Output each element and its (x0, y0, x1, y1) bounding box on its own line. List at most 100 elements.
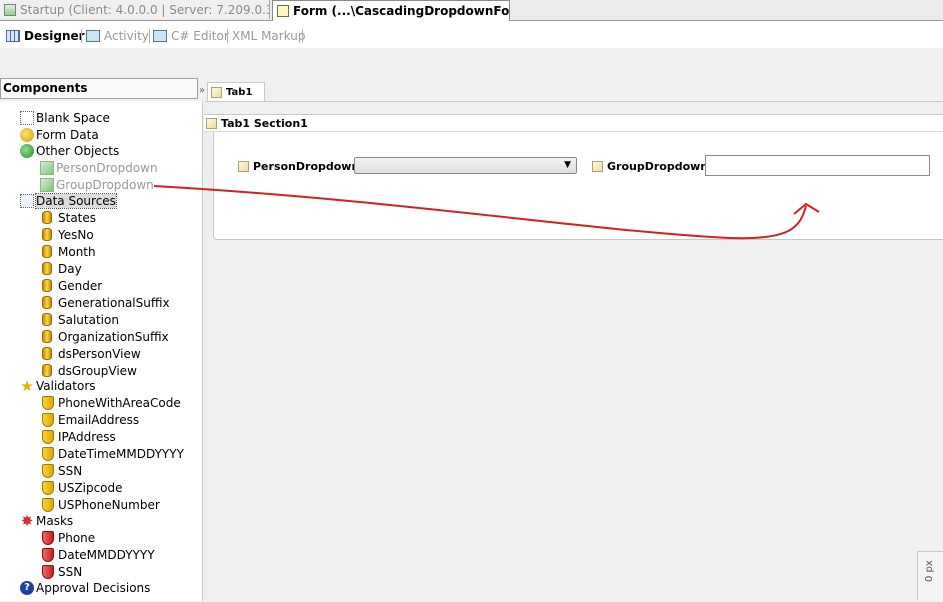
tree-item-label: Day (58, 261, 82, 276)
tree-item-yesno[interactable]: YesNo (40, 226, 94, 243)
tree-item-label: Salutation (58, 312, 119, 327)
tab-activity[interactable]: Activity (86, 27, 149, 45)
form-icon (277, 5, 289, 17)
masks-star-icon: ✸ (20, 511, 34, 530)
tab-xml-label: XML Markup (232, 29, 306, 43)
database-icon (42, 347, 52, 360)
tree-item-us-zipcode[interactable]: USZipcode (40, 479, 123, 496)
tree-item-label: PersonDropdown (56, 160, 158, 175)
tree-item-label: GenerationalSuffix (58, 295, 170, 310)
group-dropdown-input[interactable] (705, 155, 930, 176)
tree-item-label: PhoneWithAreaCode (58, 395, 181, 410)
tab-activity-label: Activity (104, 29, 149, 43)
validator-shield-icon (42, 463, 54, 478)
components-header: Components (0, 78, 198, 99)
tree-item-label: Other Objects (36, 143, 120, 158)
tab-csharp-editor[interactable]: C# Editor (153, 27, 229, 45)
tree-item-label: SSN (58, 564, 83, 579)
tab-csharp-label: C# Editor (171, 29, 229, 43)
edit-icon (206, 117, 217, 129)
tree-item-approval-decisions[interactable]: ? Approval Decisions (20, 579, 150, 596)
tree-item-generational-suffix[interactable]: GenerationalSuffix (40, 294, 170, 311)
tree-item-datetime-mmddyyyy[interactable]: DateTimeMMDDYYYY (40, 445, 184, 462)
tree-item-phone-mask[interactable]: Phone (40, 529, 95, 546)
tree-item-person-dropdown[interactable]: PersonDropdown (40, 159, 158, 176)
tree-item-phone-with-area-code[interactable]: PhoneWithAreaCode (40, 394, 181, 411)
tree-item-blank-space[interactable]: Blank Space (20, 109, 110, 126)
tab-startup-label: Startup (Client: 4.0.0.0 | Server: 7.209… (20, 2, 269, 17)
tree-item-label: Month (58, 244, 96, 259)
section-body (213, 132, 943, 240)
tab-designer[interactable]: Designer (6, 27, 85, 45)
tree-item-ds-person-view[interactable]: dsPersonView (40, 345, 141, 362)
components-title: Components (3, 81, 88, 95)
mask-shield-icon (42, 547, 54, 562)
tree-item-label: Approval Decisions (36, 580, 151, 595)
tree-item-data-sources[interactable]: Data Sources (20, 192, 117, 209)
tree-item-states[interactable]: States (40, 209, 96, 226)
tree-item-gender[interactable]: Gender (40, 277, 102, 294)
tree-item-group-dropdown[interactable]: GroupDropdown (40, 176, 154, 193)
tree-item-date-mmddyyyy[interactable]: DateMMDDYYYY (40, 546, 155, 563)
edit-icon[interactable] (592, 160, 603, 172)
tree-item-ssn-mask[interactable]: SSN (40, 563, 82, 580)
validator-shield-icon (42, 480, 54, 495)
data-sources-icon (20, 193, 34, 208)
database-icon (42, 262, 52, 275)
database-icon (42, 245, 52, 258)
tree-item-validators[interactable]: ★ Validators (20, 376, 96, 395)
tree-item-form-data[interactable]: Form Data (20, 126, 99, 143)
section-title-bar[interactable]: Tab1 Section1 (204, 114, 943, 132)
tab1-label: Tab1 (226, 86, 253, 98)
help-icon: ? (20, 580, 34, 595)
tree-item-other-objects[interactable]: Other Objects (20, 142, 119, 159)
components-tree: Blank Space Form Data Other Objects Pers… (0, 101, 203, 601)
tree-item-day[interactable]: Day (40, 260, 82, 277)
tree-item-ssn-validator[interactable]: SSN (40, 462, 82, 479)
other-objects-icon (20, 143, 34, 158)
database-icon (42, 228, 52, 241)
tree-item-organization-suffix[interactable]: OrganizationSuffix (40, 328, 169, 345)
tree-item-masks[interactable]: ✸ Masks (20, 512, 73, 529)
tree-item-month[interactable]: Month (40, 243, 96, 260)
star-icon: ★ (20, 376, 34, 395)
ruler-label: 0 px (924, 560, 935, 582)
tree-item-label: Form Data (36, 127, 99, 142)
tree-item-salutation[interactable]: Salutation (40, 311, 119, 328)
person-dropdown-label: PersonDropdown : (238, 157, 368, 175)
cube-icon (40, 160, 54, 175)
mask-shield-icon (42, 530, 54, 545)
tree-item-label: DateTimeMMDDYYYY (58, 446, 184, 461)
tab-xml-markup[interactable]: XML Markup (232, 27, 306, 45)
tree-item-us-phone-number[interactable]: USPhoneNumber (40, 496, 160, 513)
blank-space-icon (20, 110, 34, 125)
tab-form[interactable]: Form (...\CascadingDropdownForm) (272, 0, 510, 21)
tab-startup[interactable]: Startup (Client: 4.0.0.0 | Server: 7.209… (0, 0, 270, 19)
csharp-editor-icon (153, 30, 167, 42)
tab-designer-label: Designer (24, 29, 85, 43)
tree-item-label: GroupDropdown (56, 177, 154, 192)
tree-item-label: dsPersonView (58, 346, 141, 361)
edit-icon[interactable] (238, 160, 249, 172)
tree-item-label: Validators (36, 378, 96, 393)
tree-item-email-address[interactable]: EmailAddress (40, 411, 139, 428)
tab-tab1[interactable]: Tab1 (207, 82, 265, 101)
tree-item-label: Phone (58, 530, 96, 545)
ruler-stub: 0 px (917, 551, 943, 601)
database-icon (42, 330, 52, 343)
tree-item-label: OrganizationSuffix (58, 329, 169, 344)
validator-shield-icon (42, 412, 54, 427)
tree-item-label: DateMMDDYYYY (58, 547, 155, 562)
tree-item-label: Gender (58, 278, 103, 293)
tree-item-label: IPAddress (58, 429, 116, 444)
group-dropdown-label-text: GroupDropdown : (607, 159, 717, 173)
tree-item-label: USPhoneNumber (58, 497, 160, 512)
tab-separator (227, 29, 228, 43)
group-dropdown-label: GroupDropdown : (592, 157, 716, 175)
tree-item-label: SSN (58, 463, 83, 478)
database-icon (42, 364, 52, 377)
tree-item-label: dsGroupView (58, 363, 137, 378)
validator-shield-icon (42, 497, 54, 512)
tree-item-ip-address[interactable]: IPAddress (40, 428, 116, 445)
person-dropdown-select[interactable]: ▼ (354, 157, 577, 174)
